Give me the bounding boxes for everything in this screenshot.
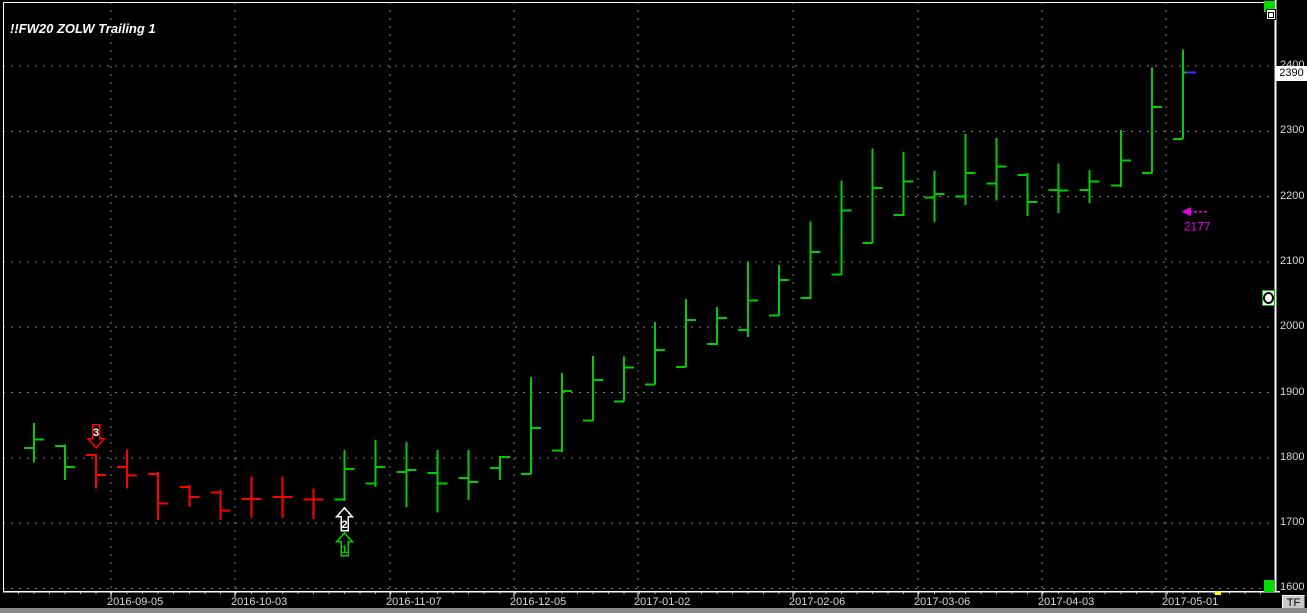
ohlc-bar <box>1172 49 1193 141</box>
ohlc-bar <box>365 440 386 488</box>
buy-signal-arrow-icon: 2 <box>334 506 355 532</box>
y-axis-label: 1700 <box>1280 516 1305 529</box>
trailing-stop-price-label: 2177 <box>1184 220 1211 234</box>
ohlc-bar <box>179 485 200 507</box>
ohlc-bar <box>676 299 697 369</box>
ohlc-bars <box>24 49 1193 520</box>
plot-frame <box>3 0 1280 593</box>
trailing-stop-arrow-icon: 2177 <box>1181 207 1211 234</box>
svg-text:2: 2 <box>341 519 347 531</box>
ohlc-bar <box>427 449 448 513</box>
x-axis-label: 2017-03-06 <box>914 596 971 608</box>
ohlc-bar <box>86 453 107 489</box>
y-axis-label: 1600 <box>1280 581 1305 594</box>
x-axis-label: 2016-11-07 <box>386 596 442 608</box>
ohlc-bar <box>1079 169 1100 204</box>
ohlc-bar <box>955 133 976 206</box>
window-bottom-edge <box>0 608 1307 613</box>
ohlc-bar <box>303 488 324 520</box>
x-axis-label: 2017-04-03 <box>1038 596 1095 608</box>
y-axis-label: 2200 <box>1280 189 1305 202</box>
scroll-thumb[interactable] <box>1262 290 1275 306</box>
chart-title: !!FW20 ZOLW Trailing 1 <box>10 21 156 36</box>
ohlc-bar <box>117 449 138 489</box>
chart-window: 3 2 1 2177 !!FW20 ZOLW Trailing 1 2400 2300 2… <box>0 0 1307 613</box>
y-axis-label: 2100 <box>1280 254 1305 267</box>
ohlc-bar <box>489 455 510 481</box>
ohlc-bar <box>831 180 852 276</box>
ohlc-bar <box>1141 67 1162 175</box>
restore-box-glyph <box>1268 11 1274 18</box>
gridlines <box>3 2 1275 591</box>
ohlc-bar <box>769 265 790 317</box>
restore-box[interactable] <box>1266 9 1276 20</box>
current-price-label: 2390 <box>1276 66 1307 81</box>
ohlc-bar <box>800 221 821 300</box>
price-chart[interactable]: 3 2 1 2177 <box>0 0 1307 613</box>
ohlc-bar <box>986 137 1007 201</box>
x-axis-label: 2017-01-02 <box>634 596 691 608</box>
svg-text:3: 3 <box>93 427 99 439</box>
y-axis-label: 2000 <box>1280 320 1305 333</box>
y-axis-label: 1900 <box>1280 385 1305 398</box>
sell-signal-arrow-icon: 3 <box>86 424 106 450</box>
x-axis-label: 2017-05-01 <box>1162 596 1219 608</box>
ohlc-bar <box>1110 129 1131 187</box>
buy-signal-arrow-icon: 1 <box>334 531 355 557</box>
ohlc-bar <box>862 148 883 244</box>
ohlc-bar <box>210 489 231 520</box>
scroll-thumb-circle-icon <box>1263 292 1274 304</box>
ohlc-bar <box>551 372 572 452</box>
y-axis-label: 1800 <box>1280 450 1305 463</box>
ohlc-bar <box>55 444 76 481</box>
ohlc-bar <box>520 376 541 476</box>
x-axis-label: 2016-12-05 <box>510 596 567 608</box>
ohlc-bar <box>738 261 759 337</box>
ohlc-bar <box>272 476 293 518</box>
ohlc-bar <box>1048 163 1069 213</box>
ohlc-bar <box>334 449 355 501</box>
x-axis-label: 2016-09-05 <box>107 596 164 608</box>
ohlc-bar <box>645 321 665 386</box>
ohlc-bar <box>241 476 262 518</box>
y-axis-label: 2300 <box>1280 124 1305 137</box>
ohlc-bar <box>707 306 728 346</box>
ohlc-bar <box>396 442 417 507</box>
ohlc-bar <box>582 355 603 422</box>
ohlc-bar <box>924 171 945 223</box>
x-axis-label: 2017-02-06 <box>789 596 846 608</box>
ohlc-bar <box>148 472 169 520</box>
ohlc-bar <box>24 423 44 463</box>
x-axis-label: 2016-10-03 <box>231 596 288 608</box>
svg-text:1: 1 <box>341 544 347 556</box>
ohlc-bar <box>893 152 914 217</box>
current-bar-marker <box>1215 591 1221 595</box>
scroll-handle-bottom[interactable] <box>1264 580 1274 592</box>
ohlc-bar <box>613 356 634 403</box>
ohlc-bar <box>1017 173 1038 217</box>
